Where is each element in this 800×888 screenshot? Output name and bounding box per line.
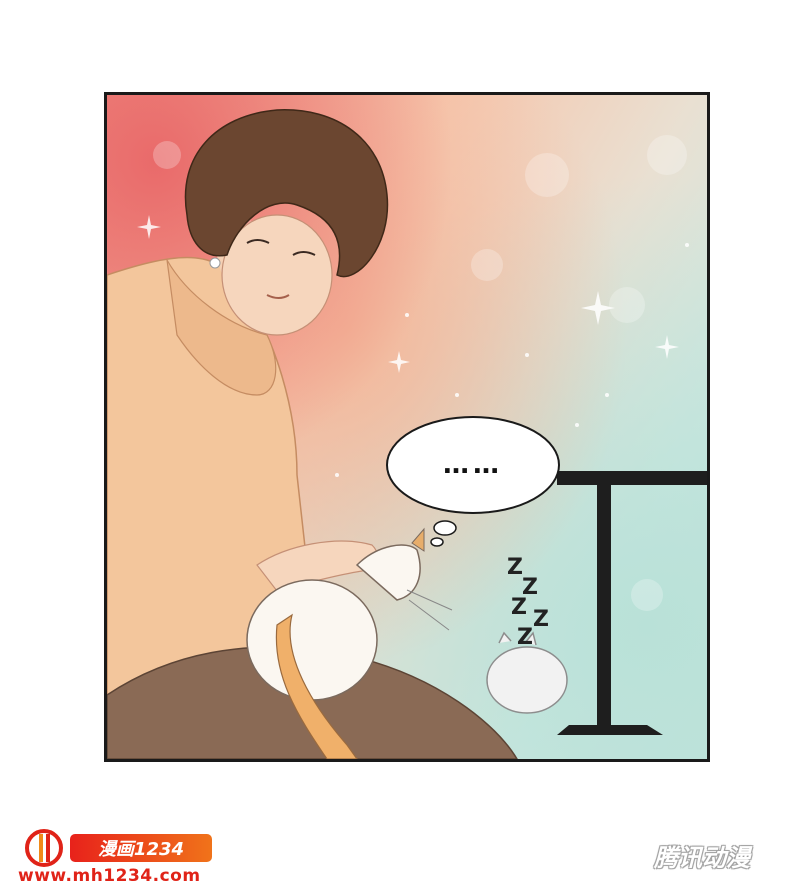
sleep-z-4: Z <box>533 607 549 632</box>
mh1234-logo-icon <box>25 829 63 867</box>
comic-panel: …… Z Z Z Z Z <box>104 92 710 762</box>
thought-bubble-text: …… <box>443 450 503 480</box>
sleep-z-3: Z <box>511 595 527 620</box>
sleep-z-1: Z <box>507 555 523 580</box>
mh1234-badge: 漫画1234 <box>70 834 212 862</box>
mh1234-watermark: 漫画1234 www.mh1234.com <box>14 826 214 888</box>
mh1234-url: www.mh1234.com <box>18 866 201 886</box>
tencent-comic-watermark: 腾讯动漫 <box>654 844 750 872</box>
table <box>557 471 707 735</box>
sleep-z-5: Z <box>517 625 533 650</box>
